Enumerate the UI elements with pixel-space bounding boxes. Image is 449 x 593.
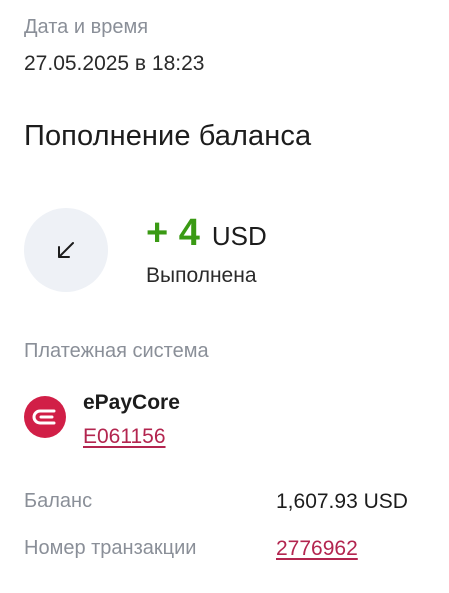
balance-label: Баланс <box>24 490 93 512</box>
datetime-label: Дата и время <box>24 16 149 38</box>
epaycore-logo-icon <box>24 396 66 438</box>
amount-currency: USD <box>211 221 267 251</box>
balance-value: 1,607.93 USD <box>276 490 408 513</box>
payment-system-name: ePayCore <box>83 391 180 414</box>
transaction-amount: + 4 USD <box>146 212 267 255</box>
page-title: Пополнение баланса <box>24 120 312 152</box>
arrow-down-left-icon <box>55 239 77 261</box>
transaction-number-link[interactable]: 2776962 <box>276 537 358 561</box>
amount-value: + 4 <box>146 212 200 254</box>
payment-system-label: Платежная система <box>24 340 209 362</box>
transaction-status: Выполнена <box>146 264 257 287</box>
transaction-number-label: Номер транзакции <box>24 537 197 559</box>
payment-account-link[interactable]: E061156 <box>83 425 166 449</box>
datetime-value: 27.05.2025 в 18:23 <box>24 52 205 75</box>
transaction-direction-badge <box>24 208 108 292</box>
